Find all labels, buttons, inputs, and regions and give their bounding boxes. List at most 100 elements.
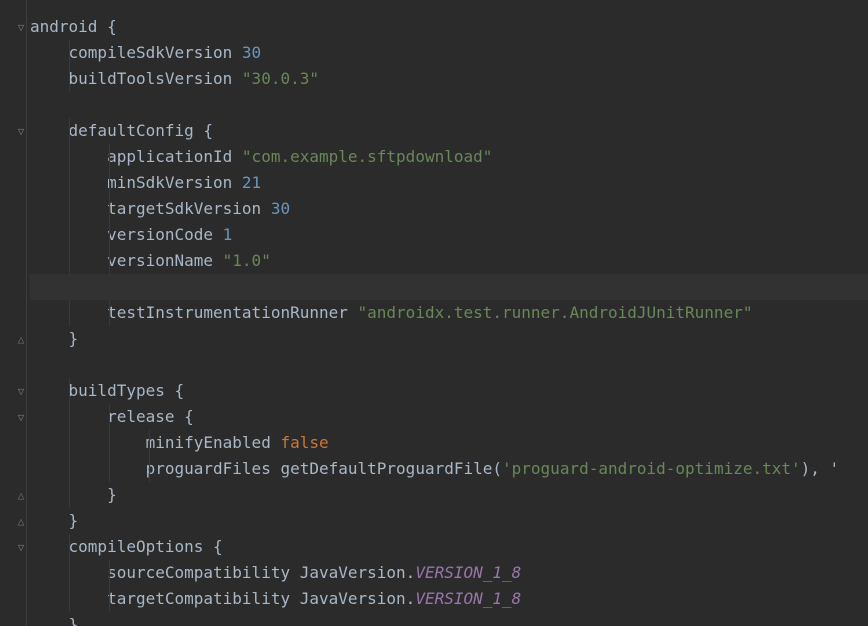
code-text: testInstrumentationRunner [30,303,358,322]
gutter-divider [26,0,27,626]
code-line[interactable]: minSdkVersion 21 [30,170,868,196]
code-text: release { [30,407,194,426]
code-line[interactable]: android { [30,14,868,40]
indent-guide [109,222,110,248]
indent-guide [109,560,110,586]
fold-collapse-icon[interactable]: ▽ [16,412,26,424]
indent-guide [109,456,110,482]
code-line[interactable]: } [30,326,868,352]
code-line[interactable]: minifyEnabled false [30,430,868,456]
indent-guide [69,118,70,144]
code-line[interactable] [30,274,868,300]
indent-guide [69,482,70,508]
code-value: 21 [241,173,262,192]
code-line[interactable]: proguardFiles getDefaultProguardFile('pr… [30,456,868,482]
indent-guide [109,300,110,326]
code-text: targetCompatibility JavaVersion. [30,589,416,608]
indent-guide [69,560,70,586]
code-value: 30 [241,43,262,62]
code-line[interactable]: defaultConfig { [30,118,868,144]
code-text: versionName [30,251,223,270]
code-text: proguardFiles getDefaultProguardFile( [30,459,503,478]
code-line[interactable]: compileSdkVersion 30 [30,40,868,66]
indent-guide [69,170,70,196]
code-text: minSdkVersion [30,173,242,192]
code-text: compileSdkVersion [30,43,242,62]
code-text: } [30,511,79,530]
code-line[interactable] [30,92,868,118]
code-text: } [30,485,117,504]
code-value: VERSION_1_8 [415,563,522,582]
indent-guide [69,430,70,456]
code-line[interactable]: versionName "1.0" [30,248,868,274]
fold-collapse-icon[interactable]: ▽ [16,386,26,398]
code-value: false [280,433,329,452]
indent-guide [69,66,70,92]
code-text: android { [30,17,117,36]
code-value: "1.0" [222,251,271,270]
indent-guide [69,144,70,170]
indent-guide [109,144,110,170]
indent-guide [109,430,110,456]
code-value: "com.example.sftpdownload" [241,147,493,166]
editor-gutter: ▽ ▽ △ ▽ ▽ △ △ ▽ [0,0,30,626]
code-line[interactable]: applicationId "com.example.sftpdownload" [30,144,868,170]
indent-guide [109,404,110,430]
code-value: VERSION_1_8 [415,589,522,608]
code-text-after: ), ' [800,459,840,478]
fold-end-icon[interactable]: △ [16,490,26,502]
code-value: 1 [222,225,233,244]
code-text: buildToolsVersion [30,69,242,88]
indent-guide [69,378,70,404]
indent-guide [69,196,70,222]
code-text: } [30,615,79,626]
code-editor[interactable]: ▽ ▽ △ ▽ ▽ △ △ ▽ android { compileSdkVersion 30 … [0,0,868,626]
code-line[interactable]: targetSdkVersion 30 [30,196,868,222]
indent-guide [69,456,70,482]
indent-guide [69,248,70,274]
fold-end-icon[interactable]: △ [16,334,26,346]
code-line[interactable] [30,352,868,378]
code-text: defaultConfig { [30,121,214,140]
code-text: minifyEnabled [30,433,281,452]
code-text: targetSdkVersion [30,199,271,218]
indent-guide [109,196,110,222]
indent-guide [69,222,70,248]
code-text: applicationId [30,147,242,166]
code-text: versionCode [30,225,223,244]
code-line[interactable]: } [30,482,868,508]
indent-guide [69,300,70,326]
code-text: compileOptions { [30,537,223,556]
indent-guide [69,40,70,66]
code-area[interactable]: android { compileSdkVersion 30 buildTool… [30,0,868,626]
indent-guide [69,534,70,560]
code-value: "30.0.3" [241,69,319,88]
code-line[interactable]: release { [30,404,868,430]
indent-guide [109,586,110,612]
indent-guide [109,170,110,196]
code-line[interactable]: compileOptions { [30,534,868,560]
code-line[interactable]: buildTypes { [30,378,868,404]
code-line[interactable]: buildToolsVersion "30.0.3" [30,66,868,92]
code-value: "androidx.test.runner.AndroidJUnitRunner… [357,303,753,322]
code-text: sourceCompatibility JavaVersion. [30,563,416,582]
code-line[interactable]: } [30,612,868,626]
fold-end-icon[interactable]: △ [16,516,26,528]
fold-collapse-icon[interactable]: ▽ [16,22,26,34]
indent-guide [149,456,150,482]
code-line[interactable]: versionCode 1 [30,222,868,248]
indent-guide [149,430,150,456]
indent-guide [69,404,70,430]
code-line[interactable]: } [30,508,868,534]
code-line[interactable]: targetCompatibility JavaVersion.VERSION_… [30,586,868,612]
indent-guide [69,586,70,612]
indent-guide [109,248,110,274]
code-text: } [30,329,79,348]
code-value: 30 [270,199,291,218]
code-line[interactable]: testInstrumentationRunner "androidx.test… [30,300,868,326]
code-text: buildTypes { [30,381,185,400]
fold-collapse-icon[interactable]: ▽ [16,126,26,138]
code-value: 'proguard-android-optimize.txt' [502,459,801,478]
code-line[interactable]: sourceCompatibility JavaVersion.VERSION_… [30,560,868,586]
fold-collapse-icon[interactable]: ▽ [16,542,26,554]
